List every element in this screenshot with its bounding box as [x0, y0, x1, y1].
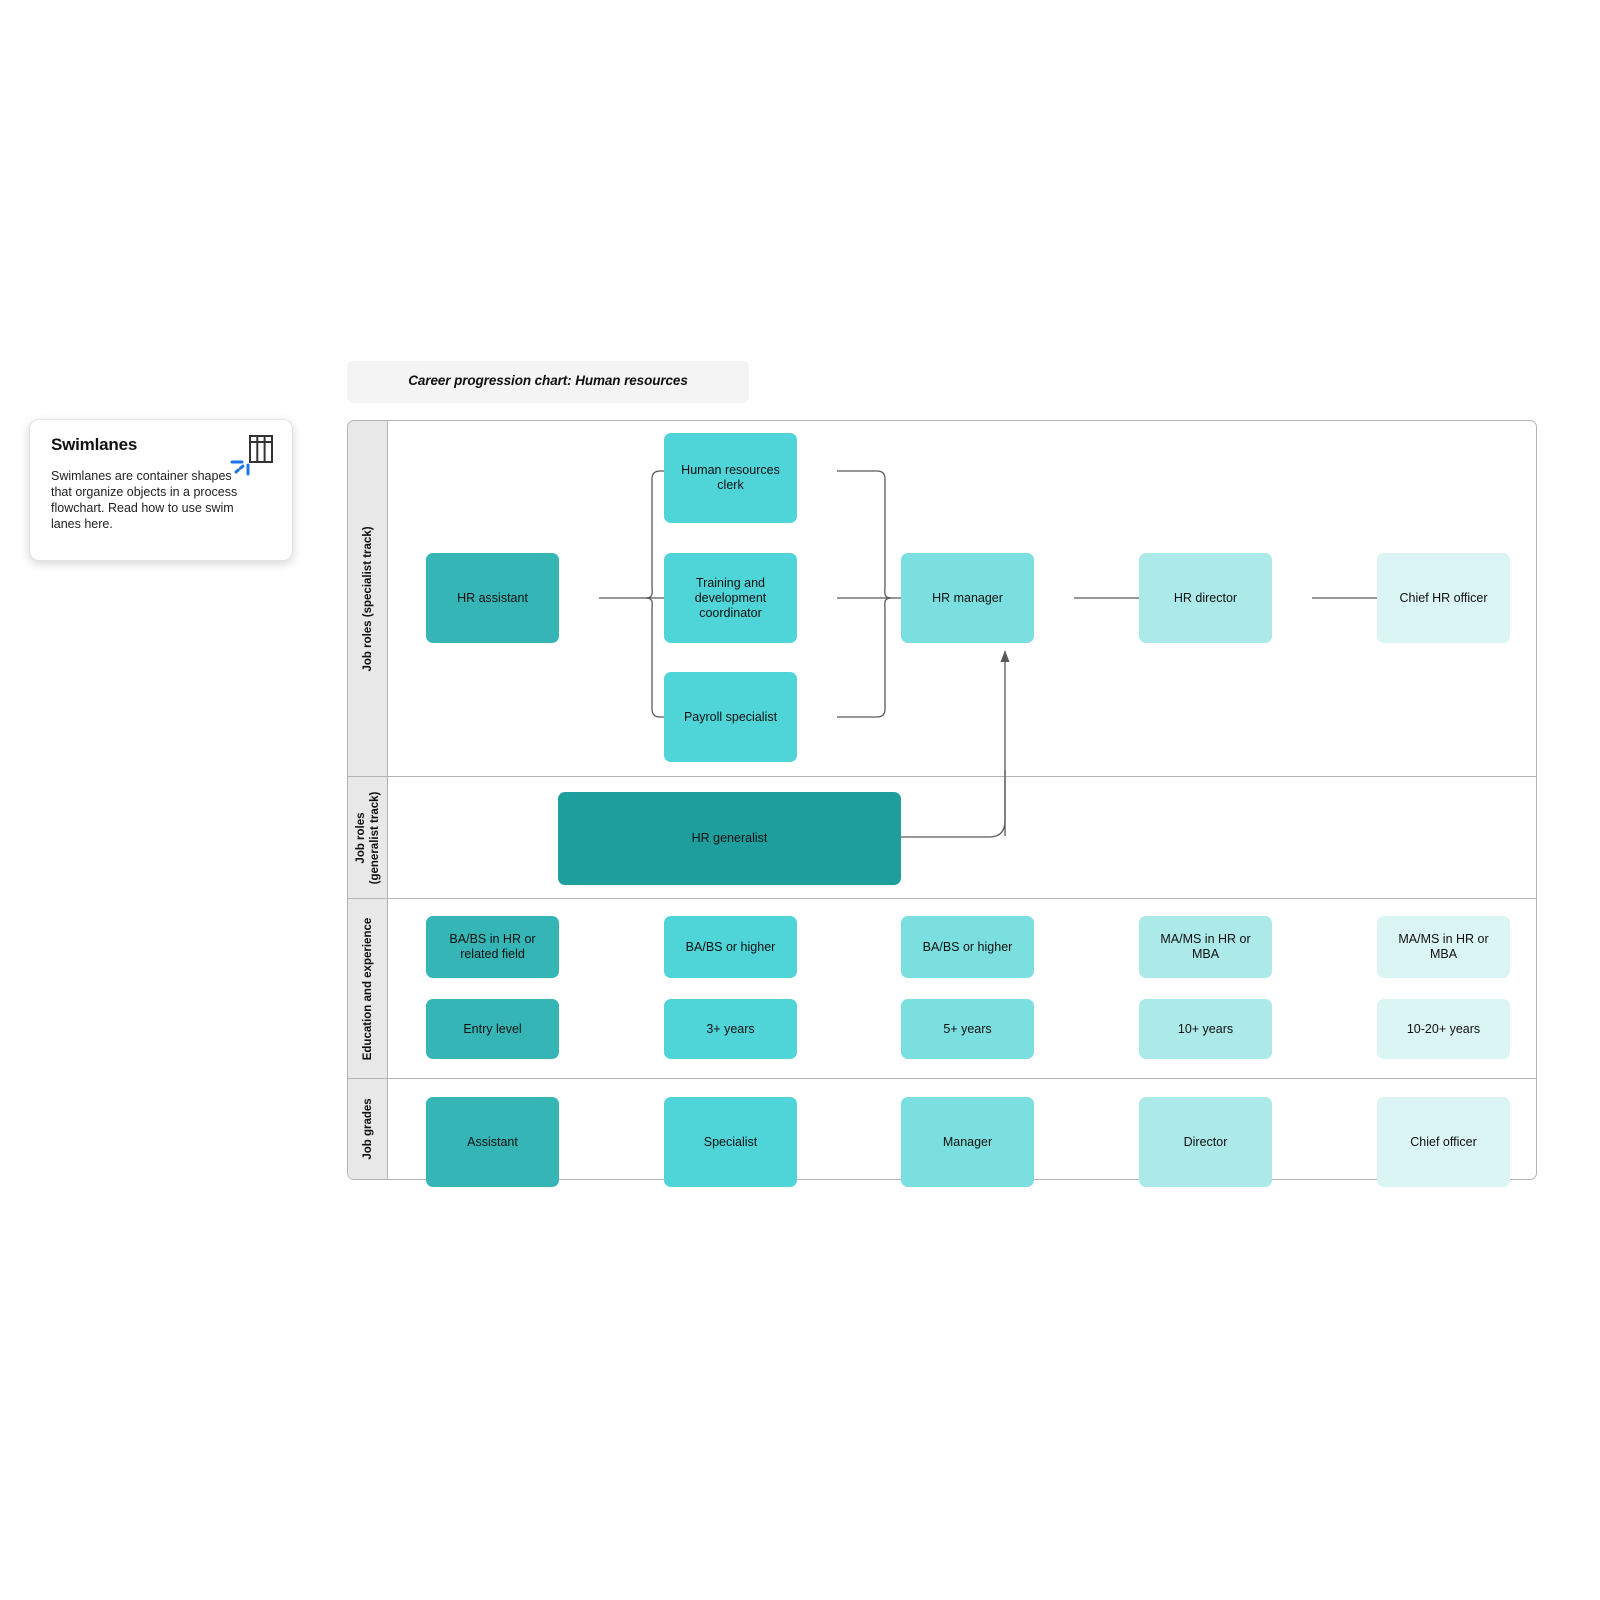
node-grade-3[interactable]: Manager [901, 1097, 1034, 1187]
node-experience-3[interactable]: 5+ years [901, 999, 1034, 1059]
node-label: BA/BS or higher [922, 939, 1013, 954]
node-label: BA/BS or higher [685, 939, 776, 954]
lane-body-education-experience: BA/BS in HR or related field BA/BS or hi… [388, 899, 1536, 1078]
node-grade-1[interactable]: Assistant [426, 1097, 559, 1187]
swimlane-row-generalist-track[interactable]: Job roles (generalist track) HR generali… [348, 769, 1536, 898]
node-education-5[interactable]: MA/MS in HR or MBA [1377, 916, 1510, 978]
node-label: Human resources clerk [681, 463, 780, 492]
info-card-description: Swimlanes are container shapes that orga… [51, 469, 238, 531]
lane-header-specialist-track[interactable]: Job roles (specialist track) [348, 421, 388, 776]
node-label: 10+ years [1177, 1021, 1234, 1036]
diagram-title-text: Career progression chart: Human resource… [408, 373, 688, 388]
node-label: BA/BS in HR or related field [449, 932, 536, 961]
lane-header-generalist-track[interactable]: Job roles (generalist track) [348, 777, 388, 898]
info-card-title: Swimlanes [51, 435, 138, 454]
node-label: MA/MS in HR or MBA [1160, 932, 1251, 961]
swimlane-row-education-experience[interactable]: Education and experience BA/BS in HR or … [348, 898, 1536, 1078]
node-label: HR manager [932, 590, 1003, 605]
node-experience-4[interactable]: 10+ years [1139, 999, 1272, 1059]
lane-label-generalist-track: Job roles (generalist track) [354, 791, 381, 884]
lane-body-specialist-track: HR assistant Human resources clerk Train… [388, 421, 1536, 836]
node-label: Chief HR officer [1399, 590, 1488, 605]
node-hr-director[interactable]: HR director [1139, 553, 1272, 643]
swimlanes-info-card[interactable]: Swimlanes Swimlanes are container shapes… [29, 419, 293, 561]
lane-body-job-grades: Assistant Specialist Manager Director Ch… [388, 1079, 1536, 1187]
node-label: Payroll specialist [683, 709, 778, 724]
lane-label-education-experience: Education and experience [361, 917, 374, 1060]
node-label: 5+ years [943, 1021, 992, 1036]
node-label: Training and development coordinator [694, 575, 767, 620]
node-label: 10-20+ years [1406, 1021, 1481, 1036]
node-grade-2[interactable]: Specialist [664, 1097, 797, 1187]
node-label: 3+ years [706, 1021, 755, 1036]
node-education-1[interactable]: BA/BS in HR or related field [426, 916, 559, 978]
node-experience-5[interactable]: 10-20+ years [1377, 999, 1510, 1059]
lane-header-education-experience[interactable]: Education and experience [348, 899, 388, 1078]
node-experience-2[interactable]: 3+ years [664, 999, 797, 1059]
node-experience-1[interactable]: Entry level [426, 999, 559, 1059]
node-grade-4[interactable]: Director [1139, 1097, 1272, 1187]
swimlane-row-specialist-track[interactable]: Job roles (specialist track) HR assistan… [348, 421, 1536, 836]
node-hr-generalist[interactable]: HR generalist [558, 792, 901, 885]
node-education-3[interactable]: BA/BS or higher [901, 916, 1034, 978]
node-hr-manager[interactable]: HR manager [901, 553, 1034, 643]
node-label: Director [1183, 1134, 1228, 1149]
lane-body-generalist-track: HR generalist [388, 769, 1536, 898]
node-hr-assistant[interactable]: HR assistant [426, 553, 559, 643]
node-label: Assistant [467, 1134, 518, 1149]
node-payroll-specialist[interactable]: Payroll specialist [664, 672, 797, 762]
diagram-title-chip[interactable]: Career progression chart: Human resource… [347, 361, 749, 403]
lane-label-job-grades: Job grades [361, 1098, 374, 1160]
lane-label-specialist-track: Job roles (specialist track) [361, 525, 374, 672]
node-education-4[interactable]: MA/MS in HR or MBA [1139, 916, 1272, 978]
node-grade-5[interactable]: Chief officer [1377, 1097, 1510, 1187]
node-training-and-development-coordinator[interactable]: Training and development coordinator [664, 553, 797, 643]
node-human-resources-clerk[interactable]: Human resources clerk [664, 433, 797, 523]
node-label: Entry level [463, 1021, 522, 1036]
node-label: Chief officer [1410, 1134, 1477, 1149]
node-education-2[interactable]: BA/BS or higher [664, 916, 797, 978]
swimlane-table-icon [230, 434, 274, 480]
node-label: Manager [942, 1134, 993, 1149]
node-label: HR assistant [457, 590, 528, 605]
node-label: HR director [1173, 590, 1238, 605]
lane-header-job-grades[interactable]: Job grades [348, 1079, 388, 1179]
node-label: HR generalist [691, 831, 768, 845]
node-chief-hr-officer[interactable]: Chief HR officer [1377, 553, 1510, 643]
swimlane-row-job-grades[interactable]: Job grades Assistant Specialist Manager … [348, 1078, 1536, 1187]
node-label: MA/MS in HR or MBA [1398, 932, 1489, 961]
swimlane-container[interactable]: Job roles (specialist track) HR assistan… [347, 420, 1537, 1187]
node-label: Specialist [703, 1134, 758, 1149]
